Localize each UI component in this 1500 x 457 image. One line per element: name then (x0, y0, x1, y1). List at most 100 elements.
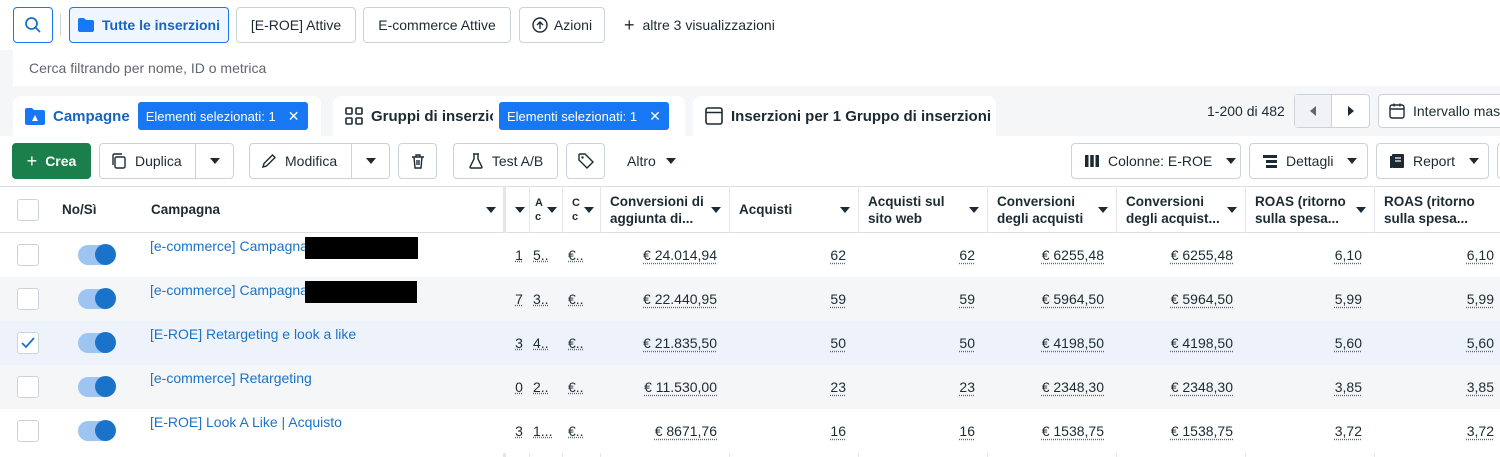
purchase-conv-value[interactable]: € 5964,50 (1042, 291, 1104, 307)
view-eroe-active[interactable]: [E-ROE] Attive (236, 7, 356, 43)
header-onoff[interactable]: No/Sì (56, 186, 141, 233)
web-purchases-value[interactable]: 50 (959, 335, 975, 351)
actions-button[interactable]: Azioni (519, 7, 605, 43)
edit-dropdown[interactable] (351, 144, 389, 178)
delivery-toggle[interactable] (78, 421, 114, 441)
tag-button[interactable] (566, 143, 605, 179)
ab-test-button[interactable]: Test A/B (453, 143, 558, 179)
add-conv-value[interactable]: € 11.530,00 (644, 379, 717, 395)
prev-page-button[interactable] (1295, 95, 1332, 127)
purchases-value[interactable]: 62 (830, 247, 846, 263)
more-button[interactable]: Altro (627, 143, 676, 179)
roas-2-value[interactable]: 6,10 (1467, 247, 1494, 263)
close-icon[interactable]: ✕ (649, 108, 661, 125)
row-checkbox[interactable] (17, 420, 39, 442)
table-row[interactable]: [e-commerce] Campagna 7 3.. €.. € 22.440… (0, 277, 1500, 321)
tab-adsets[interactable]: Gruppi di inserzioni Elementi selezionat… (333, 96, 685, 136)
roas-value[interactable]: 5,99 (1335, 291, 1362, 307)
row-checkbox[interactable] (17, 288, 39, 310)
table-row[interactable]: [E-ROE] Retargeting e look a like 3 4.. … (0, 321, 1500, 365)
row-checkbox[interactable] (17, 244, 39, 266)
web-purchases-value[interactable]: 62 (959, 247, 975, 263)
report-button[interactable]: Report (1376, 143, 1489, 179)
adsets-selection-badge[interactable]: Elementi selezionati: 1 ✕ (499, 102, 669, 130)
roas-2-value[interactable]: 5,99 (1467, 291, 1494, 307)
purchase-conv-value[interactable]: € 4198,50 (1042, 335, 1104, 351)
purchase-conv-value[interactable]: € 6255,48 (1042, 247, 1104, 263)
web-purchases-value[interactable]: 16 (959, 423, 975, 439)
search-input[interactable] (13, 50, 1500, 86)
next-page-button[interactable] (1332, 95, 1369, 127)
roas-2-value[interactable]: 3,72 (1467, 423, 1494, 439)
purchase-conv-value[interactable]: € 2348,30 (1042, 379, 1104, 395)
create-button[interactable]: + Crea (12, 143, 91, 179)
campaign-name-link[interactable]: [E-ROE] Retargeting e look a like (150, 326, 356, 342)
purchases-value[interactable]: 50 (830, 335, 846, 351)
campaign-name-link[interactable]: [e-commerce] Campagna (150, 238, 308, 254)
roas-value[interactable]: 3,72 (1335, 423, 1362, 439)
purchase-conv-2-value[interactable]: € 6255,48 (1171, 247, 1233, 263)
roas-2-value[interactable]: 3,85 (1467, 379, 1494, 395)
header-roas-2-l2: sulla spesa... (1384, 210, 1468, 227)
purchases-value[interactable]: 23 (830, 379, 846, 395)
close-icon[interactable]: ✕ (288, 108, 300, 125)
tab-ads[interactable]: Inserzioni per 1 Gruppo di inserzioni (693, 96, 996, 136)
table-row[interactable]: [e-commerce] Retargeting 0 2.. €.. € 11.… (0, 365, 1500, 409)
header-roas[interactable]: ROAS (ritorno sulla spesa... (1245, 186, 1374, 233)
header-add-conv[interactable]: Conversioni di aggiunta di... (600, 186, 729, 233)
header-purchase-conv-2[interactable]: Conversioni degli acquist... (1116, 186, 1245, 233)
purchase-conv-value[interactable]: € 1538,75 (1042, 423, 1104, 439)
purchase-conv-2-value[interactable]: € 4198,50 (1171, 335, 1233, 351)
campaigns-selection-badge[interactable]: Elementi selezionati: 1 ✕ (138, 102, 308, 130)
add-conv-value[interactable]: € 21.835,50 (643, 335, 717, 351)
table-row[interactable]: [E-ROE] Look A Like | Acquisto 3 1... €.… (0, 409, 1500, 453)
edit-button[interactable]: Modifica (250, 144, 351, 178)
delivery-toggle[interactable] (78, 245, 114, 265)
search-button[interactable] (13, 7, 53, 43)
date-range-button[interactable]: Intervallo mas (1378, 94, 1500, 128)
tab-campaigns[interactable]: Campagne Elementi selezionati: 1 ✕ (13, 96, 321, 136)
purchase-conv-2-value[interactable]: € 5964,50 (1171, 291, 1233, 307)
purchase-conv-2-value[interactable]: € 1538,75 (1171, 423, 1233, 439)
view-all-ads[interactable]: Tutte le inserzioni (69, 7, 229, 43)
details-button[interactable]: Dettagli (1249, 143, 1368, 179)
delivery-toggle[interactable] (78, 289, 114, 309)
metric-cell: €.. (568, 233, 598, 277)
duplicate-button[interactable]: Duplica (100, 144, 195, 178)
roas-2-value[interactable]: 5,60 (1467, 335, 1494, 351)
row-checkbox[interactable] (17, 332, 39, 354)
campaign-name-link[interactable]: [e-commerce] Campagna (150, 282, 308, 298)
roas-value[interactable]: 5,60 (1335, 335, 1362, 351)
campaign-name-link[interactable]: [e-commerce] Retargeting (150, 370, 312, 386)
purchases-value[interactable]: 16 (830, 423, 846, 439)
web-purchases-value[interactable]: 23 (959, 379, 975, 395)
row-checkbox[interactable] (17, 376, 39, 398)
add-conv-value[interactable]: € 24.014,94 (643, 247, 717, 263)
purchase-conv-2-value[interactable]: € 2348,30 (1171, 379, 1233, 395)
add-conv-value[interactable]: € 22.440,95 (643, 291, 717, 307)
delivery-toggle[interactable] (78, 333, 114, 353)
columns-button[interactable]: Colonne: E-ROE (1071, 143, 1241, 179)
roas-value[interactable]: 3,85 (1335, 379, 1362, 395)
web-purchases-value[interactable]: 59 (959, 291, 975, 307)
header-purchases[interactable]: Acquisti (729, 186, 858, 233)
campaign-name-link[interactable]: [E-ROE] Look A Like | Acquisto (150, 414, 342, 430)
duplicate-dropdown[interactable] (195, 144, 233, 178)
pagination-range: 1-200 di 482 (1207, 103, 1285, 119)
table-row[interactable]: [e-commerce] Campagna 1 5.. €.. € 24.014… (0, 233, 1500, 277)
header-roas-2[interactable]: ROAS (ritorno sulla spesa... (1374, 186, 1500, 233)
roas-value[interactable]: 6,10 (1335, 247, 1362, 263)
select-all-checkbox[interactable] (17, 199, 39, 221)
header-col-a[interactable] (504, 186, 529, 233)
header-campaign[interactable]: Campagna (141, 186, 504, 233)
add-conv-value[interactable]: € 8671,76 (655, 423, 717, 439)
header-web-purchases[interactable]: Acquisti sul sito web (858, 186, 987, 233)
purchases-value[interactable]: 59 (830, 291, 846, 307)
delete-button[interactable] (398, 143, 437, 179)
more-views-button[interactable]: + altre 3 visualizzazioni (624, 7, 775, 43)
header-col-b[interactable]: Ac (529, 186, 562, 233)
delivery-toggle[interactable] (78, 377, 114, 397)
header-col-c[interactable]: Cc (562, 186, 600, 233)
header-purchase-conv[interactable]: Conversioni degli acquisti (987, 186, 1116, 233)
view-ecommerce-active[interactable]: E-commerce Attive (363, 7, 511, 43)
